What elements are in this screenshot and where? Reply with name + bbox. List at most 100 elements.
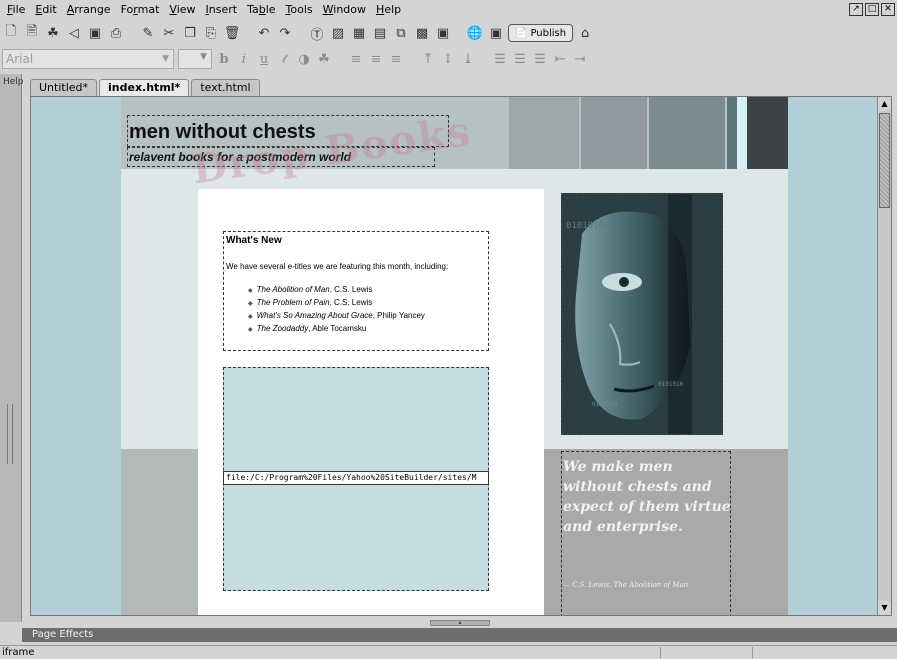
- menu-arrange[interactable]: Arrange: [62, 0, 116, 20]
- vertical-scrollbar[interactable]: ▲ ▼: [877, 97, 891, 615]
- book-title: The Problem of Pain: [256, 298, 330, 307]
- bold-button[interactable]: b: [216, 52, 232, 67]
- indent-icon[interactable]: ⇥: [572, 52, 588, 67]
- canvas-left-gutter: [31, 97, 121, 615]
- definition-list-icon[interactable]: ☰: [532, 52, 548, 67]
- tab-index-html[interactable]: index.html*: [99, 79, 190, 96]
- publish-icon: 📄: [515, 27, 528, 39]
- help-tab-label[interactable]: Help: [3, 78, 24, 87]
- style-icon[interactable]: ☘: [316, 52, 332, 67]
- menu-tools[interactable]: Tools: [281, 0, 318, 20]
- book-author: , Able Tocamsku: [308, 324, 367, 333]
- font-select[interactable]: Arial ▼: [2, 49, 174, 69]
- page-effects-panel-header[interactable]: Page Effects: [22, 628, 897, 642]
- status-divider: [752, 647, 753, 659]
- scroll-down-icon[interactable]: ▼: [878, 601, 891, 615]
- table-icon[interactable]: ▦: [350, 24, 368, 42]
- format-painter-icon[interactable]: ✎: [139, 24, 157, 42]
- copy-icon[interactable]: ❐: [181, 24, 199, 42]
- valign-top-icon[interactable]: ⤒: [420, 52, 436, 67]
- form-icon[interactable]: ▤: [371, 24, 389, 42]
- format-toolbar: Arial ▼ ▼ b i u 𝓉 ◑ ☘ ≡ ≡ ≡ ⤒ ↕ ⤓ ☰ ☰ ☰ …: [0, 46, 897, 72]
- numbered-list-icon[interactable]: ☰: [512, 52, 528, 67]
- grid-icon[interactable]: ▩: [413, 24, 431, 42]
- save-icon[interactable]: ▣: [86, 24, 104, 42]
- align-center-icon[interactable]: ≡: [368, 52, 384, 67]
- document-tabs: Untitled* index.html* text.html: [30, 79, 260, 96]
- menu-help[interactable]: Help: [371, 0, 406, 20]
- scrollbar-thumb[interactable]: [879, 113, 890, 208]
- menu-view[interactable]: View: [164, 0, 200, 20]
- help-side-panel[interactable]: Help: [0, 74, 24, 622]
- header-swatch: [581, 97, 647, 169]
- underline-button[interactable]: u: [256, 52, 272, 67]
- text-color-icon[interactable]: 𝓉: [276, 52, 292, 67]
- bullet-list-icon[interactable]: ☰: [492, 52, 508, 67]
- valign-middle-icon[interactable]: ↕: [440, 52, 456, 67]
- open-icon[interactable]: 🗎: [23, 24, 41, 42]
- menu-file[interactable]: File: [2, 0, 30, 20]
- panel-splitter-handle[interactable]: ▴: [430, 620, 490, 626]
- design-canvas[interactable]: men without chests relavent books for a …: [30, 96, 892, 616]
- panel-grip-handle[interactable]: [7, 404, 13, 464]
- main-toolbar: 🗋 🗎 ☘ ◁ ▣ ⎙ ✎ ✂ ❐ ⎘ 🗑 ↶ ↷ Ⓣ ▨ ▦ ▤ ⧉ ▩ ▣ …: [0, 20, 897, 46]
- maximize-icon[interactable]: □: [865, 3, 879, 16]
- page-effects-label: Page Effects: [32, 629, 94, 640]
- window-controls: ↗ □ ✕: [849, 3, 895, 16]
- whats-new-intro: We have several e-titles we are featurin…: [226, 262, 449, 271]
- link-icon[interactable]: ⧉: [392, 24, 410, 42]
- redo-icon[interactable]: ↷: [276, 24, 294, 42]
- outdent-icon[interactable]: ⇤: [552, 52, 568, 67]
- status-bar: iframe: [0, 645, 897, 659]
- whats-new-title: What's New: [226, 235, 282, 246]
- print-icon[interactable]: ⎙: [107, 24, 125, 42]
- preview-icon[interactable]: ▣: [487, 24, 505, 42]
- list-item: The Zoodaddy, Able Tocamsku: [248, 323, 425, 336]
- new-page-icon[interactable]: 🗋: [2, 24, 20, 42]
- highlight-icon[interactable]: ◑: [296, 52, 312, 67]
- image-icon[interactable]: ▨: [329, 24, 347, 42]
- list-item: The Abolition of Man, C.S. Lewis: [248, 284, 425, 297]
- site-subtitle: relavent books for a postmodern world: [129, 150, 352, 164]
- menu-bar: File Edit Arrange Format View Insert Tab…: [0, 0, 897, 20]
- chevron-down-icon: ▼: [162, 54, 169, 64]
- menu-insert[interactable]: Insert: [201, 0, 243, 20]
- book-title: The Zoodaddy: [256, 324, 309, 333]
- menu-table[interactable]: Table: [242, 0, 280, 20]
- menu-window[interactable]: Window: [318, 0, 371, 20]
- site-map-icon[interactable]: ☘: [44, 24, 62, 42]
- menu-format[interactable]: Format: [116, 0, 165, 20]
- back-icon[interactable]: ◁: [65, 24, 83, 42]
- close-icon[interactable]: ✕: [881, 3, 895, 16]
- align-left-icon[interactable]: ≡: [348, 52, 364, 67]
- iframe-source-path[interactable]: file:/C:/Program%20Files/Yahoo%20SiteBui…: [223, 471, 489, 485]
- restore-icon[interactable]: ↗: [849, 3, 863, 16]
- header-swatch: [747, 97, 788, 169]
- text-icon[interactable]: Ⓣ: [308, 24, 326, 43]
- publish-button[interactable]: 📄 Publish: [508, 24, 574, 42]
- frame-icon[interactable]: ▣: [434, 24, 452, 42]
- font-size-select[interactable]: ▼: [178, 49, 212, 69]
- header-swatch: [649, 97, 725, 169]
- home-icon[interactable]: ⌂: [576, 24, 594, 42]
- scroll-up-icon[interactable]: ▲: [878, 97, 891, 111]
- italic-button[interactable]: i: [236, 52, 252, 67]
- site-title: men without chests: [129, 121, 316, 143]
- web-icon[interactable]: 🌐: [466, 24, 484, 42]
- tab-untitled[interactable]: Untitled*: [30, 79, 98, 96]
- chevron-down-icon: ▼: [200, 52, 207, 62]
- svg-text:01010101: 01010101: [566, 221, 609, 231]
- web-page: men without chests relavent books for a …: [121, 97, 788, 615]
- whats-new-textbox[interactable]: What's New We have several e-titles we a…: [223, 231, 489, 351]
- quote-credit: — C.S. Lewis, The Abolition of Man: [563, 581, 689, 589]
- menu-edit[interactable]: Edit: [30, 0, 61, 20]
- tab-text-html[interactable]: text.html: [191, 79, 260, 96]
- undo-icon[interactable]: ↶: [255, 24, 273, 42]
- align-right-icon[interactable]: ≡: [388, 52, 404, 67]
- paste-icon[interactable]: ⎘: [202, 24, 220, 42]
- book-title: What's So Amazing About Grace: [256, 311, 373, 320]
- valign-bottom-icon[interactable]: ⤓: [460, 52, 476, 67]
- cut-icon[interactable]: ✂: [160, 24, 178, 42]
- delete-icon[interactable]: 🗑: [223, 24, 241, 42]
- face-image[interactable]: 01010101 0101010 0101010: [561, 193, 723, 435]
